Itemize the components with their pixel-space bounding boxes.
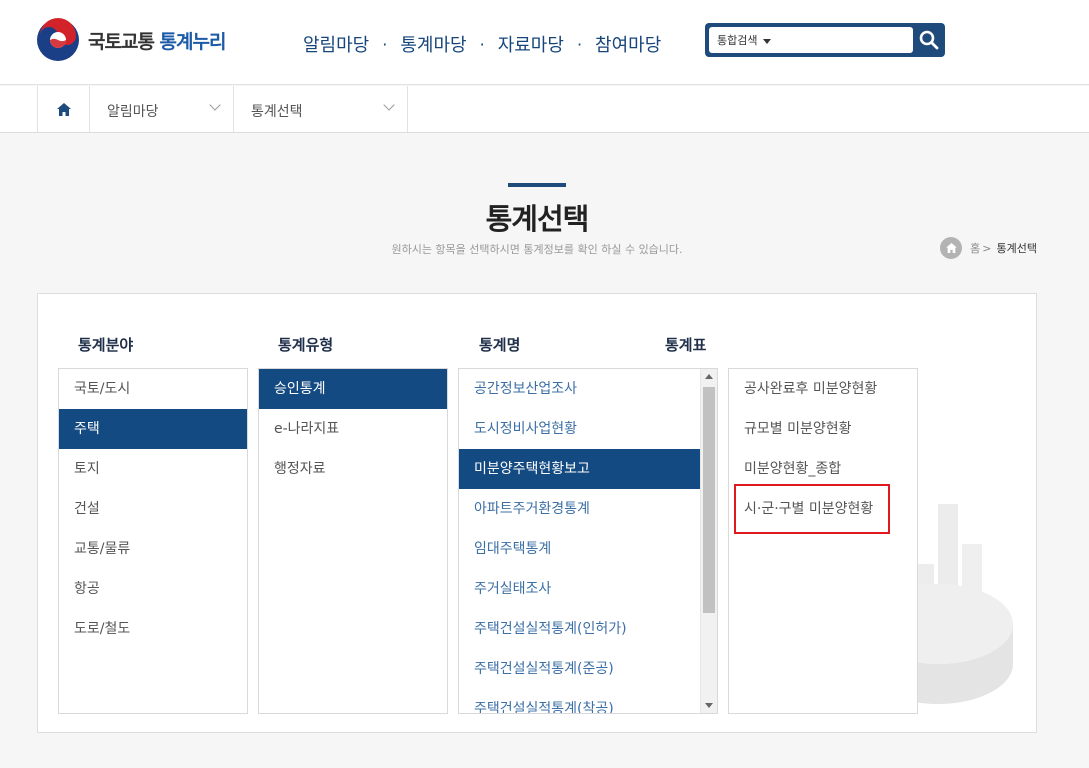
stat-name-rows: 공간정보산업조사 도시정비사업현황 미분양주택현황보고 아파트주거환경통계 임대… [459,369,700,713]
list-item-type[interactable]: e-나라지표 [259,409,447,449]
taegeuk-logo-icon [37,18,79,61]
list-item-stat-name[interactable]: 도시정비사업현황 [459,409,700,449]
list-item-stat-name[interactable]: 아파트주거환경통계 [459,489,700,529]
list-item-stat-name[interactable]: 주택건설실적통계(인허가) [459,609,700,649]
list-item-field[interactable]: 토지 [59,449,247,489]
breadcrumb-current: 통계선택 [996,242,1037,255]
logo-text-service: 통계누리 [159,30,227,53]
chevron-down-icon [209,99,221,111]
column-header-field: 통계분야 [78,336,134,354]
breadcrumb: 홈 > 통계선택 [940,237,1037,259]
list-item-stat-table[interactable]: 공사완료후 미분양현황 [729,369,917,409]
site-logo[interactable]: 국토교통 통계누리 [36,18,227,62]
column-header-type: 통계유형 [278,336,334,354]
stat-name-scrollbar[interactable] [700,369,717,713]
home-icon [945,243,957,253]
page-description: 원하시는 항목을 선택하시면 통계정보를 확인 하실 수 있습니다. [391,243,683,256]
breadcrumb-separator: > [982,241,992,255]
search-scope-select[interactable]: 통합검색 [709,27,913,53]
list-item-stat-name[interactable]: 주거실태조사 [459,569,700,609]
nav-separator: · [576,34,583,54]
location-dropdown-notice[interactable]: 알림마당 [90,86,234,132]
search-scope-label: 통합검색 [717,34,758,47]
breadcrumb-home[interactable]: 홈 [970,240,980,256]
page-title: 통계선택 [485,202,590,236]
list-item-field-selected[interactable]: 주택 [59,409,247,449]
stat-name-list: 공간정보산업조사 도시정비사업현황 미분양주택현황보고 아파트주거환경통계 임대… [458,368,718,714]
search-button[interactable] [915,26,943,54]
list-item-stat-name[interactable]: 주택건설실적통계(준공) [459,649,700,689]
stat-selection-panel: 통계분야 통계유형 통계명 통계표 국토/도시 주택 토지 건설 교통/물류 항… [37,293,1037,733]
column-header-name: 통계명 [479,336,521,354]
location-bar: 알림마당 통계선택 [0,86,1089,133]
list-item-stat-table[interactable]: 규모별 미분양현황 [729,409,917,449]
site-header: 국토교통 통계누리 알림마당 · 통계마당 · 자료마당 · 참여마당 통합검색 [0,0,1089,85]
home-icon [56,102,71,116]
nav-separator: · [479,34,485,54]
scrollbar-thumb[interactable] [703,387,715,613]
nav-statistics[interactable]: 통계마당 [400,31,466,57]
list-item-field[interactable]: 항공 [59,569,247,609]
location-dropdown-label: 통계선택 [251,104,303,120]
list-item-stat-name[interactable]: 주택건설실적통계(착공) [459,689,700,713]
scroll-down-icon[interactable] [705,703,713,708]
scroll-up-icon[interactable] [705,374,713,379]
list-item-field[interactable]: 건설 [59,489,247,529]
search-bar: 통합검색 [705,23,945,57]
list-item-field[interactable]: 국토/도시 [59,369,247,409]
caret-down-icon [763,38,772,44]
logo-text-ministry: 국토교통 [88,30,155,53]
field-list: 국토/도시 주택 토지 건설 교통/물류 항공 도로/철도 [58,368,248,714]
nav-participation[interactable]: 참여마당 [595,31,661,57]
breadcrumb-home-icon[interactable] [940,237,963,259]
nav-materials[interactable]: 자료마당 [498,31,564,57]
logo-text: 국토교통 통계누리 [88,27,227,54]
location-dropdown-label: 알림마당 [107,104,159,120]
nav-separator: · [382,34,388,54]
list-item-type[interactable]: 행정자료 [259,449,447,489]
search-icon [919,30,939,50]
type-list: 승인통계 e-나라지표 행정자료 [258,368,448,714]
location-dropdown-stat-select[interactable]: 통계선택 [234,86,408,132]
main-nav: 알림마당 · 통계마당 · 자료마당 · 참여마당 [303,31,661,57]
nav-notice[interactable]: 알림마당 [303,31,369,57]
stat-table-list: 공사완료후 미분양현황 규모별 미분양현황 미분양현황_종합 시·군·구별 미분… [728,368,918,714]
column-header-table: 통계표 [665,336,707,354]
title-accent-bar [508,183,566,187]
list-item-type-selected[interactable]: 승인통계 [259,369,447,409]
home-button[interactable] [37,86,90,132]
list-item-stat-name-selected[interactable]: 미분양주택현황보고 [459,449,700,489]
list-item-stat-name[interactable]: 공간정보산업조사 [459,369,700,409]
list-item-stat-table[interactable]: 미분양현황_종합 [729,449,917,489]
chevron-down-icon [383,99,395,111]
list-item-field[interactable]: 도로/철도 [59,609,247,649]
list-item-stat-name[interactable]: 임대주택통계 [459,529,700,569]
highlight-box [734,484,890,534]
list-item-field[interactable]: 교통/물류 [59,529,247,569]
